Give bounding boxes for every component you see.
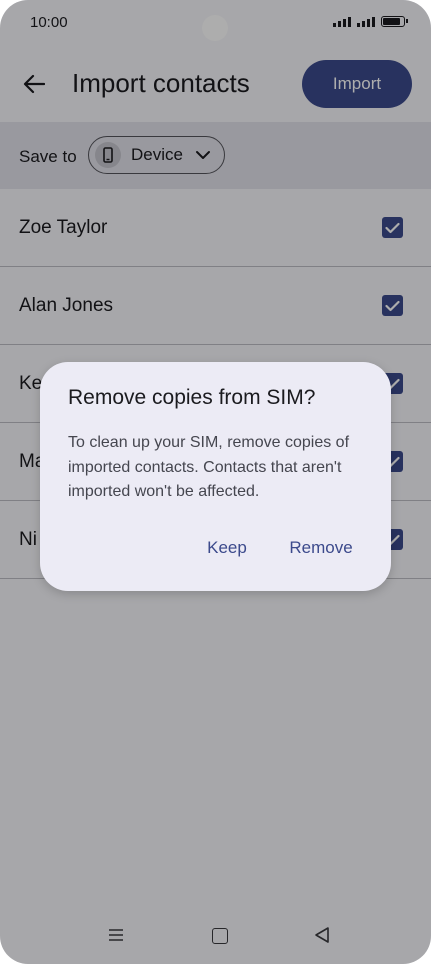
remove-copies-dialog: Remove copies from SIM? To clean up your… (40, 362, 391, 591)
keep-button[interactable]: Keep (203, 531, 251, 565)
remove-button[interactable]: Remove (284, 531, 358, 565)
phone-screen: 10:00 Import contacts Import Save to Dev… (0, 0, 431, 964)
dialog-title: Remove copies from SIM? (68, 386, 316, 409)
dialog-body: To clean up your SIM, remove copies of i… (68, 434, 350, 500)
